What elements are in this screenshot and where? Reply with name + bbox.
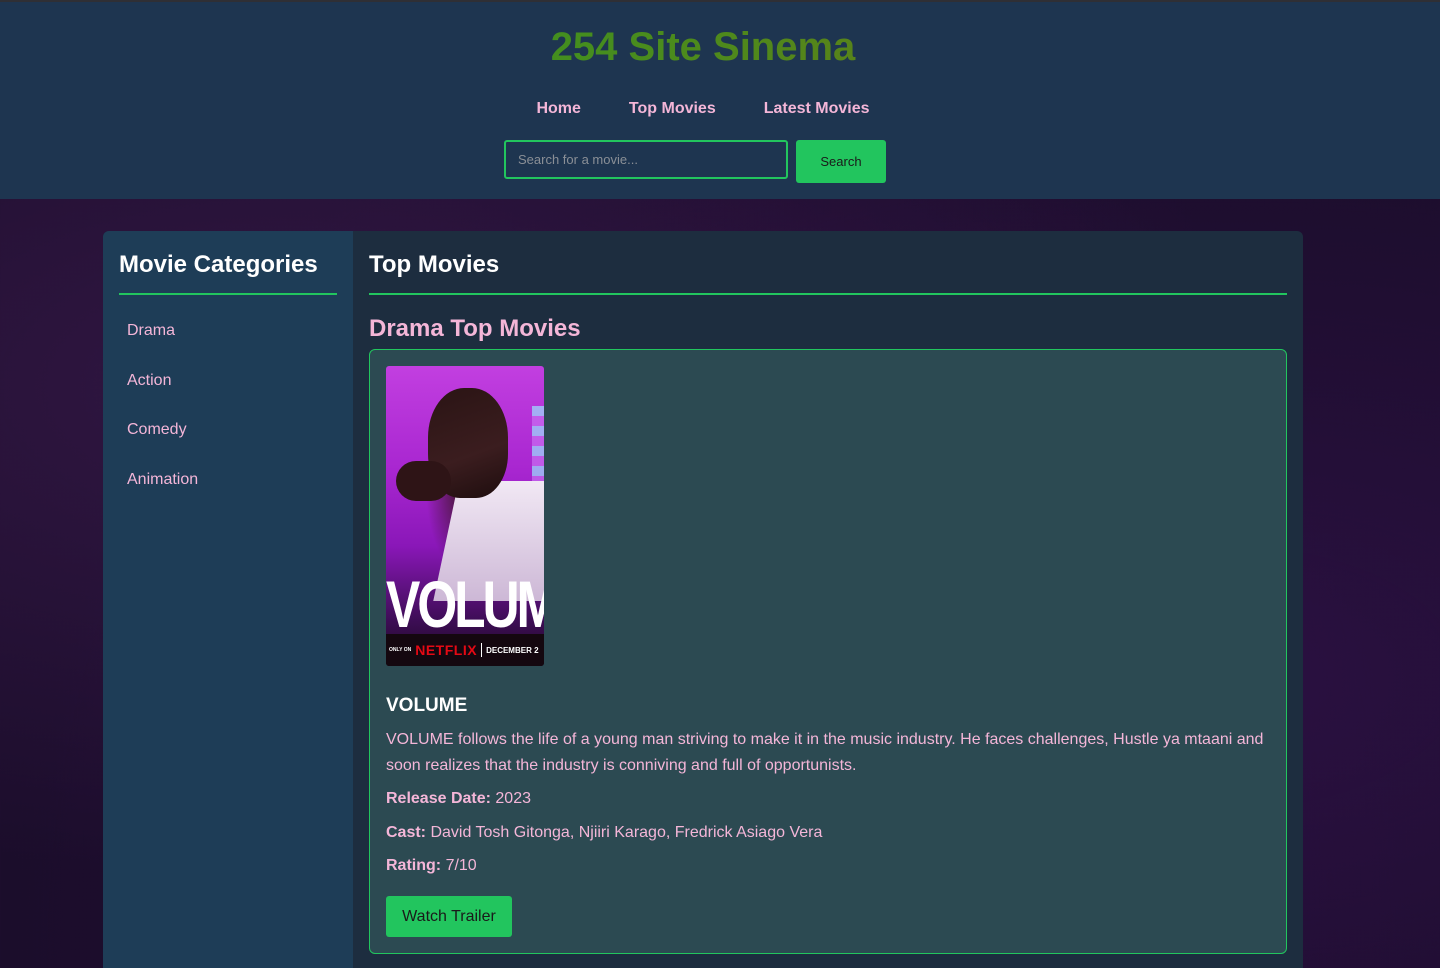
poster-title-text: VOLUME [386, 567, 544, 641]
rating-label: Rating: [386, 857, 442, 874]
watch-trailer-button[interactable]: Watch Trailer [386, 896, 512, 937]
section-title: Drama Top Movies [369, 315, 581, 342]
search-button[interactable]: Search [796, 140, 886, 183]
category-list: Drama Action Comedy Animation [127, 321, 198, 520]
poster-microphone-hand [396, 461, 451, 501]
page-title: Top Movies [369, 251, 500, 278]
release-date-label: Release Date: [386, 790, 491, 807]
main-nav: Home Top Movies Latest Movies [0, 100, 1406, 118]
movie-card: VOLUME ONLY ON NETFLIX DECEMBER 2 VOLUME… [369, 349, 1287, 954]
nav-top-movies-link[interactable]: Top Movies [629, 100, 716, 118]
poster-netflix-logo: NETFLIX [415, 642, 478, 658]
sidebar-title: Movie Categories [119, 251, 318, 278]
category-item-animation[interactable]: Animation [127, 470, 198, 520]
nav-latest-movies-link[interactable]: Latest Movies [764, 100, 870, 118]
site-title: 254 Site Sinema [0, 25, 1406, 70]
movie-poster[interactable]: VOLUME ONLY ON NETFLIX DECEMBER 2 [386, 366, 544, 666]
sidebar-divider [119, 293, 337, 295]
rating-value: 7/10 [445, 857, 477, 874]
poster-separator [481, 643, 483, 657]
main-content: Top Movies Drama Top Movies VOLUME ONLY … [353, 231, 1303, 968]
cast-value: David Tosh Gitonga, Njiiri Karago, Fredr… [430, 824, 823, 841]
poster-release-date: DECEMBER 2 [486, 645, 539, 655]
sidebar: Movie Categories Drama Action Comedy Ani… [103, 231, 353, 968]
site-header: 254 Site Sinema Home Top Movies Latest M… [0, 2, 1440, 199]
poster-only-on: ONLY ON [389, 647, 412, 653]
content-container: Movie Categories Drama Action Comedy Ani… [103, 231, 1303, 968]
movie-title: VOLUME [386, 695, 468, 716]
release-date: Release Date: 2023 [386, 790, 531, 808]
rating: Rating: 7/10 [386, 857, 477, 875]
cast-label: Cast: [386, 824, 427, 841]
poster-footer: ONLY ON NETFLIX DECEMBER 2 [386, 634, 544, 666]
category-item-drama[interactable]: Drama [127, 321, 198, 371]
title-divider [369, 293, 1287, 295]
cast: Cast: David Tosh Gitonga, Njiiri Karago,… [386, 824, 822, 842]
search-bar: Search [504, 140, 886, 183]
release-date-value: 2023 [495, 790, 531, 807]
category-item-comedy[interactable]: Comedy [127, 420, 198, 470]
movie-description: VOLUME follows the life of a young man s… [386, 731, 1264, 774]
search-input[interactable] [504, 140, 788, 179]
nav-home-link[interactable]: Home [536, 100, 580, 118]
category-item-action[interactable]: Action [127, 371, 198, 421]
